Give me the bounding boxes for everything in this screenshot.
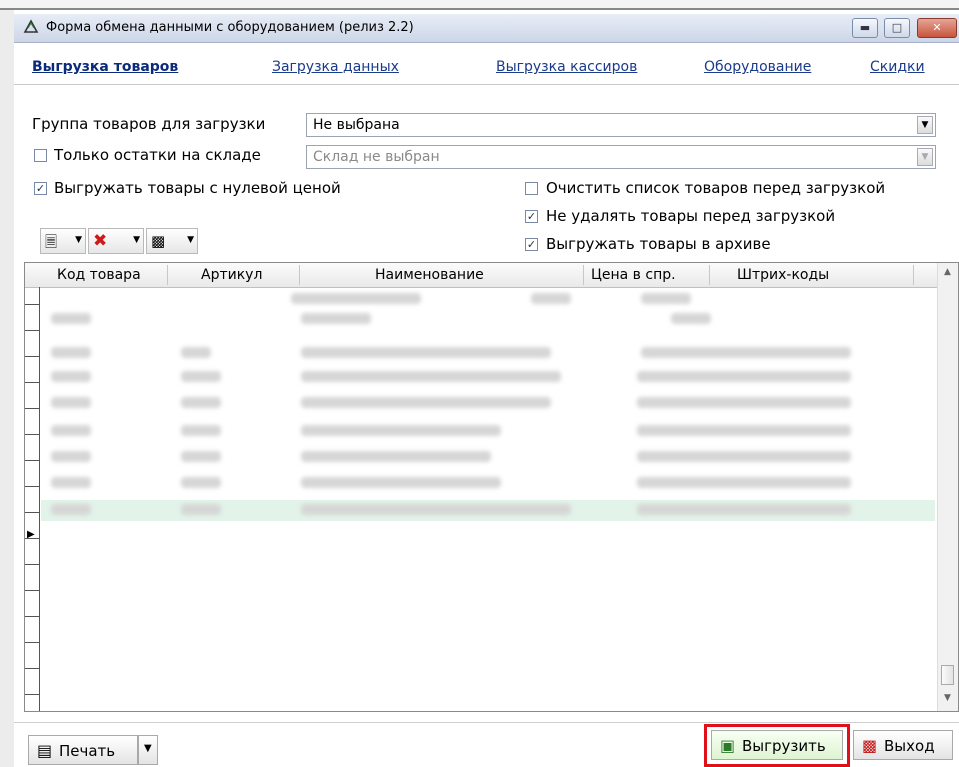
column-separator[interactable] [583,265,584,285]
exit-button[interactable]: ▩ Выход [853,730,953,760]
row-indicator[interactable] [25,590,39,617]
zero-price-label: Выгружать товары с нулевой ценой [54,179,341,197]
row-indicator[interactable] [25,564,39,591]
delete-button[interactable]: ✖ ▼ [88,228,144,254]
row-indicator[interactable] [25,356,39,383]
footer-divider [14,722,959,723]
table-row[interactable] [41,421,935,442]
column-separator[interactable] [299,265,300,285]
no-delete-checkbox[interactable] [525,210,538,223]
exit-icon: ▩ [862,736,878,755]
select-button[interactable]: ▩ ▼ [146,228,198,254]
row-indicator[interactable] [25,616,39,643]
row-indicator[interactable] [25,460,39,487]
scroll-down-icon[interactable]: ▼ [944,693,951,703]
no-delete-label: Не удалять товары перед загрузкой [546,207,836,225]
row-indicator[interactable] [25,382,39,409]
archive-label: Выгружать товары в архиве [546,235,771,253]
goods-table[interactable]: Код товара Артикул Наименование Цена в с… [24,262,959,712]
row-indicator[interactable] [25,642,39,669]
column-separator[interactable] [913,265,914,285]
row-indicator[interactable] [25,538,39,565]
scroll-up-icon[interactable]: ▲ [944,267,951,277]
group-select[interactable]: Не выбрана ▼ [306,113,936,137]
window-title: Форма обмена данными с оборудованием (ре… [46,20,414,35]
table-row[interactable] [41,447,935,468]
screen-left-strip [0,10,14,767]
scrollbar-thumb[interactable] [941,665,954,685]
printer-icon: ▤ [37,741,53,760]
minimize-button[interactable]: ▬ [852,18,878,38]
close-button[interactable]: ✕ [917,18,957,38]
group-label: Группа товаров для загрузки [32,115,266,133]
chevron-down-icon[interactable]: ▼ [917,148,933,166]
tab-discounts[interactable]: Скидки [870,59,925,75]
table-row[interactable] [41,393,935,414]
row-indicator[interactable] [25,287,39,305]
table-row[interactable] [41,473,935,494]
chevron-down-icon: ▼ [75,235,82,245]
maximize-button[interactable]: □ [884,18,910,38]
delete-icon: ✖ [93,231,108,251]
row-indicator-column: ▶ [25,287,40,711]
minimize-icon: ▬ [859,21,871,34]
column-header-article[interactable]: Артикул [201,267,262,283]
add-item-button[interactable]: 🗏 ▼ [40,228,86,254]
zero-price-checkbox[interactable] [34,182,47,195]
table-header: Код товара Артикул Наименование Цена в с… [25,263,937,288]
chevron-down-icon: ▼ [144,743,152,754]
row-indicator[interactable] [25,304,39,331]
window-titlebar: Форма обмена данными с оборудованием (ре… [14,14,959,43]
row-indicator[interactable] [25,408,39,435]
archive-checkbox[interactable] [525,238,538,251]
add-item-icon: 🗏 [45,233,58,251]
vertical-scrollbar[interactable]: ▲ ▼ [937,263,958,711]
table-row[interactable] [41,289,935,310]
stock-only-label: Только остатки на складе [54,146,261,164]
close-icon: ✕ [932,21,942,34]
column-header-barcodes[interactable]: Штрих-коды [737,267,829,283]
print-label: Печать [59,742,116,760]
tab-export-cashiers[interactable]: Выгрузка кассиров [496,59,637,75]
clear-list-checkbox[interactable] [525,182,538,195]
stock-only-checkbox[interactable] [34,149,47,162]
row-indicator[interactable] [25,330,39,357]
row-indicator[interactable] [25,668,39,695]
print-button[interactable]: ▤ Печать [28,735,138,765]
tab-load-data[interactable]: Загрузка данных [272,59,399,75]
exit-label: Выход [884,737,935,755]
table-row[interactable] [41,309,935,330]
warehouse-select[interactable]: Склад не выбран ▼ [306,145,936,169]
tab-bar: Выгрузка товаров Загрузка данных Выгрузк… [14,48,959,85]
recycle-app-icon [23,19,39,33]
select-icon: ▩ [151,232,166,250]
column-header-code[interactable]: Код товара [57,267,141,283]
tab-equipment[interactable]: Оборудование [704,59,811,75]
screen-top-strip [0,0,959,10]
table-row-selected[interactable] [41,500,935,521]
print-dropdown-button[interactable]: ▼ [138,735,158,765]
column-header-name[interactable]: Наименование [375,267,484,283]
column-separator[interactable] [167,265,168,285]
export-highlight-frame [704,724,850,767]
column-header-price[interactable]: Цена в спр. [591,267,676,283]
table-row[interactable] [41,343,935,364]
chevron-down-icon: ▼ [187,235,194,245]
chevron-down-icon[interactable]: ▼ [917,116,933,134]
maximize-icon: □ [891,21,903,34]
warehouse-select-value: Склад не выбран [313,149,440,165]
row-indicator[interactable] [25,434,39,461]
row-indicator[interactable]: ▶ [25,512,39,540]
chevron-down-icon: ▼ [133,235,140,245]
group-select-value: Не выбрана [313,117,400,133]
table-row[interactable] [41,367,935,388]
tab-export-goods[interactable]: Выгрузка товаров [32,59,178,75]
column-separator[interactable] [709,265,710,285]
row-indicator[interactable] [25,486,39,513]
clear-list-label: Очистить список товаров перед загрузкой [546,179,886,197]
